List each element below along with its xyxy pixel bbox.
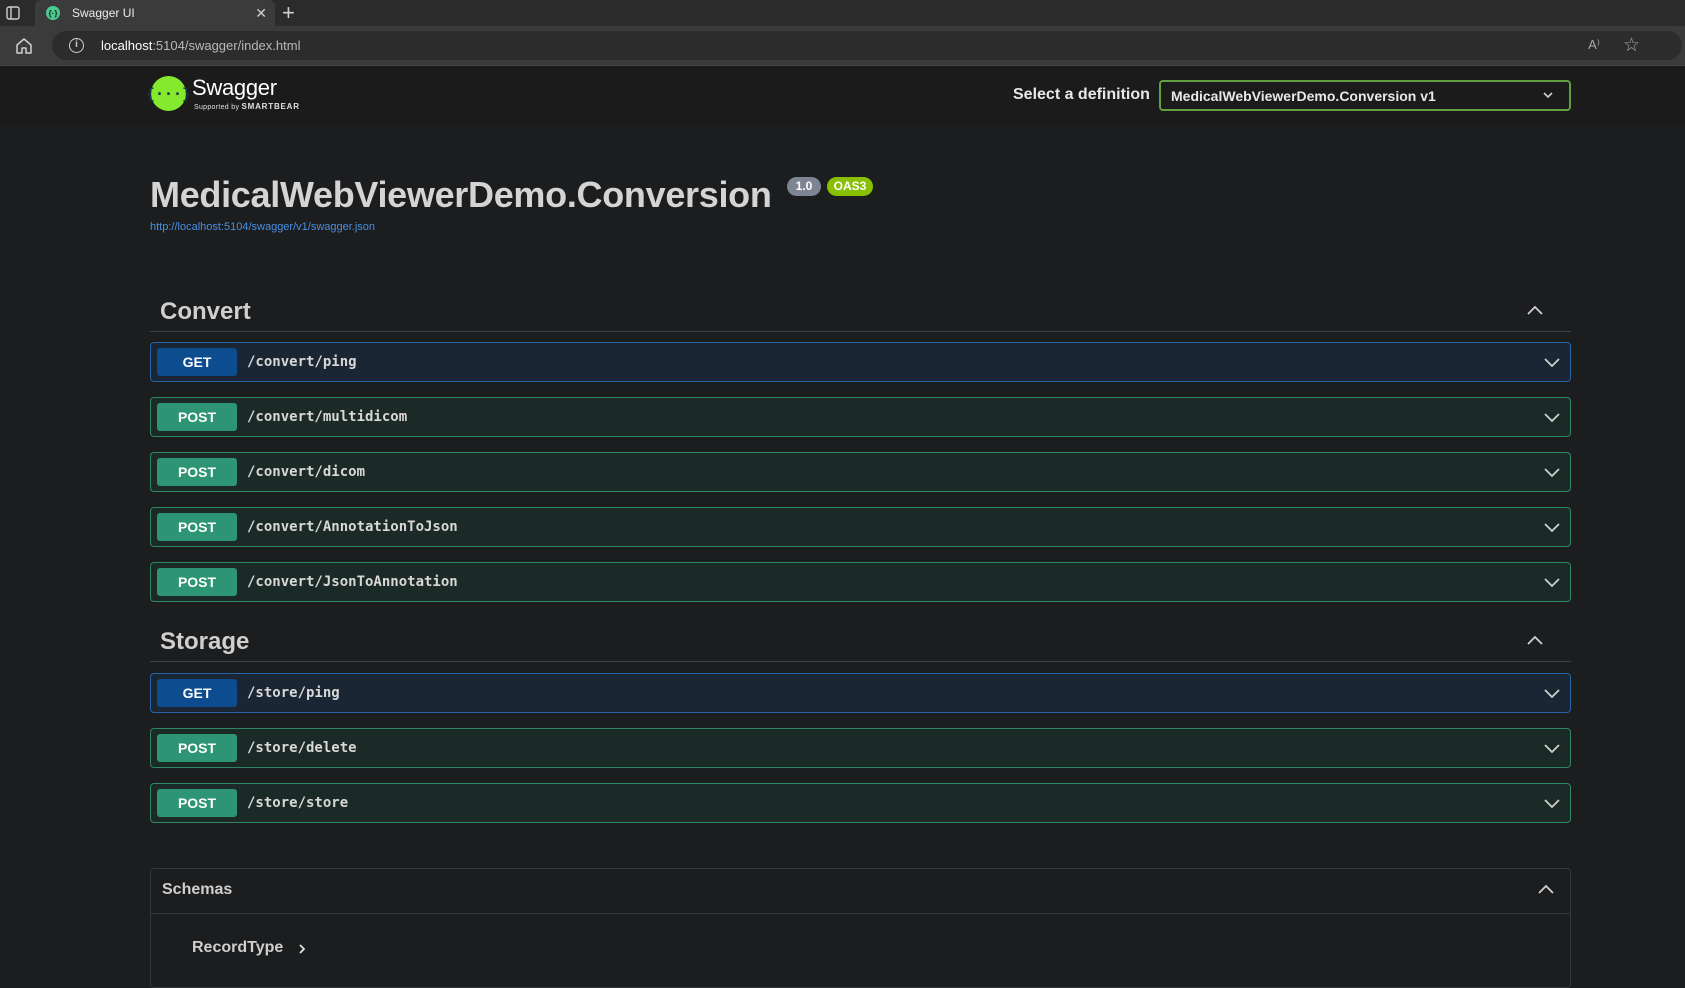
definition-select-value: MedicalWebViewerDemo.Conversion v1 [1171,87,1436,104]
operation-get-store-ping[interactable]: GET /store/ping [150,673,1571,713]
section-title: Storage [160,628,250,655]
chevron-down-icon[interactable] [1542,520,1562,534]
operation-path: /convert/dicom [247,464,366,480]
swagger-favicon-icon: {·} [46,6,60,20]
tab-actions-button[interactable] [4,4,22,22]
swagger-topbar: {···} Swagger Supported by SMARTBEAR Sel… [0,66,1685,126]
chevron-down-icon[interactable] [1542,796,1562,810]
url-path: :5104/swagger/index.html [152,38,301,53]
operation-post-convert-dicom[interactable]: POST /convert/dicom [150,452,1571,492]
schemas-section: Schemas RecordType [150,868,1571,988]
method-badge: POST [157,734,237,762]
method-badge: POST [157,789,237,817]
oas-badge: OAS3 [827,177,873,196]
schemas-header[interactable]: Schemas [151,869,1570,914]
chevron-right-icon [299,944,306,954]
method-badge: GET [157,348,237,376]
browser-tab-strip: {·} Swagger UI ✕ + [0,0,1685,26]
operation-post-convert-annotationtojson[interactable]: POST /convert/AnnotationToJson [150,507,1571,547]
section-convert[interactable]: Convert [150,290,1571,332]
api-title: MedicalWebViewerDemo.Conversion [150,174,772,215]
logo-name: Swagger [192,75,277,100]
schemas-title: Schemas [162,881,233,898]
url-field[interactable]: i localhost:5104/swagger/index.html A⁾ ☆ [52,31,1682,60]
method-badge: POST [157,458,237,486]
operation-get-convert-ping[interactable]: GET /convert/ping [150,342,1571,382]
read-aloud-icon[interactable]: A⁾ [1588,37,1600,53]
tab-title: Swagger UI [72,6,135,20]
operation-path: /store/ping [247,685,340,701]
method-badge: POST [157,568,237,596]
url-text[interactable]: localhost:5104/swagger/index.html [101,38,300,53]
section-title: Convert [160,298,251,325]
url-host: localhost [101,38,153,53]
chevron-down-icon [1543,92,1553,99]
operation-path: /convert/JsonToAnnotation [247,574,458,590]
chevron-up-icon[interactable] [1525,634,1545,648]
operation-post-convert-jsontoannotation[interactable]: POST /convert/JsonToAnnotation [150,562,1571,602]
chevron-up-icon[interactable] [1525,304,1545,318]
version-badge: 1.0 [787,177,821,196]
operation-path: /convert/ping [247,354,357,370]
operation-path: /store/store [247,795,349,811]
operation-post-store-store[interactable]: POST /store/store [150,783,1571,823]
new-tab-icon[interactable]: + [282,2,295,24]
chevron-down-icon[interactable] [1542,575,1562,589]
operation-path: /convert/AnnotationToJson [247,519,458,535]
method-badge: POST [157,513,237,541]
method-badge: GET [157,679,237,707]
operation-post-store-delete[interactable]: POST /store/delete [150,728,1571,768]
method-badge: POST [157,403,237,431]
definition-select[interactable]: MedicalWebViewerDemo.Conversion v1 [1159,80,1571,111]
operation-post-convert-multidicom[interactable]: POST /convert/multidicom [150,397,1571,437]
browser-tab-swagger[interactable]: {·} Swagger UI ✕ [35,0,275,26]
close-tab-icon[interactable]: ✕ [255,5,267,21]
model-name: RecordType [192,939,284,956]
swagger-logo-icon: {···} [146,76,191,111]
site-info-icon[interactable]: i [69,38,84,53]
definition-label: Select a definition [1013,86,1150,103]
chevron-down-icon[interactable] [1542,465,1562,479]
operation-path: /store/delete [247,740,357,756]
section-storage[interactable]: Storage [150,620,1571,662]
chevron-up-icon[interactable] [1536,883,1556,897]
browser-address-bar: i localhost:5104/swagger/index.html A⁾ ☆ [0,26,1685,66]
operation-path: /convert/multidicom [247,409,408,425]
chevron-down-icon[interactable] [1542,686,1562,700]
chevron-down-icon[interactable] [1542,410,1562,424]
spec-url-link[interactable]: http://localhost:5104/swagger/v1/swagger… [150,221,375,233]
tab-actions-icon [6,6,20,20]
schema-model-recordtype[interactable]: RecordType [192,939,307,957]
home-button[interactable] [14,36,34,56]
logo-subtitle: Supported by SMARTBEAR [194,102,300,111]
swagger-logo[interactable]: {···} Swagger Supported by SMARTBEAR [146,75,300,111]
home-icon [16,38,32,54]
chevron-down-icon[interactable] [1542,741,1562,755]
chevron-down-icon[interactable] [1542,355,1562,369]
favorite-star-icon[interactable]: ☆ [1623,34,1640,57]
